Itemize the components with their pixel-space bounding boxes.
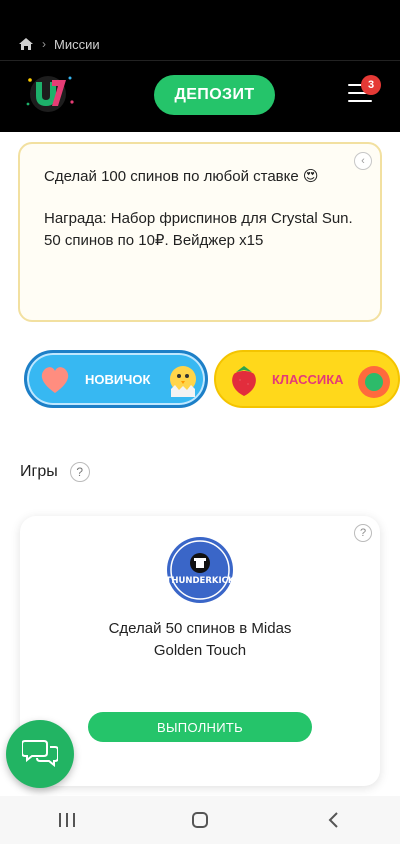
game-description-line1: Сделай 50 спинов в Midas <box>108 620 292 637</box>
breadcrumb-current: Миссии <box>54 36 100 52</box>
home-button-icon[interactable] <box>180 805 220 835</box>
chat-button[interactable] <box>6 720 74 788</box>
provider-name: THUNDERKICK <box>166 576 234 586</box>
games-section-title: Игры ? <box>20 462 90 482</box>
games-title-text: Игры <box>20 463 58 480</box>
system-nav-bar <box>0 796 400 844</box>
breadcrumb-separator: › <box>42 37 46 51</box>
back-icon[interactable] <box>313 805 353 835</box>
mission-reward: Награда: Набор фриспинов для Crystal Sun… <box>44 210 353 249</box>
game-card: ? THUNDERKICK Сделай 50 спинов в Midas G… <box>20 516 380 786</box>
help-icon[interactable]: ? <box>354 524 372 542</box>
breadcrumb: › Миссии <box>18 34 100 54</box>
chat-icon <box>21 737 59 772</box>
logo[interactable] <box>24 72 76 116</box>
mission-card: ‹ Сделай 100 спинов по любой ставке 😍 На… <box>18 142 382 322</box>
chip-classic[interactable]: КЛАССИКА <box>214 350 400 408</box>
chip-classic-label: КЛАССИКА <box>272 371 344 387</box>
provider-logo: THUNDERKICK <box>166 536 235 604</box>
game-description-line2: Golden Touch <box>153 642 247 659</box>
deposit-button[interactable]: ДЕПОЗИТ <box>154 75 275 115</box>
game-description: Сделай 50 спинов в Midas Golden Touch <box>20 618 380 662</box>
mission-text: Сделай 100 спинов по любой ставке 😍 <box>44 168 319 185</box>
divider <box>0 60 400 61</box>
chick-icon <box>163 357 203 397</box>
home-icon[interactable] <box>18 37 34 51</box>
help-icon[interactable]: ? <box>69 462 90 482</box>
recent-apps-icon[interactable] <box>47 805 87 835</box>
casino-chip-icon <box>354 362 394 402</box>
top-bar: › Миссии ДЕПОЗИТ 3 <box>0 0 400 132</box>
notification-badge: 3 <box>361 75 381 95</box>
category-chips: НОВИЧОК КЛАССИКА <box>24 350 400 408</box>
chevron-left-icon[interactable]: ‹ <box>354 152 372 170</box>
complete-button[interactable]: ВЫПОЛНИТЬ <box>88 712 312 742</box>
heart-icon <box>35 359 75 399</box>
chip-novice-label: НОВИЧОК <box>85 371 151 387</box>
chip-novice[interactable]: НОВИЧОК <box>24 350 208 408</box>
strawberry-icon <box>224 360 264 400</box>
